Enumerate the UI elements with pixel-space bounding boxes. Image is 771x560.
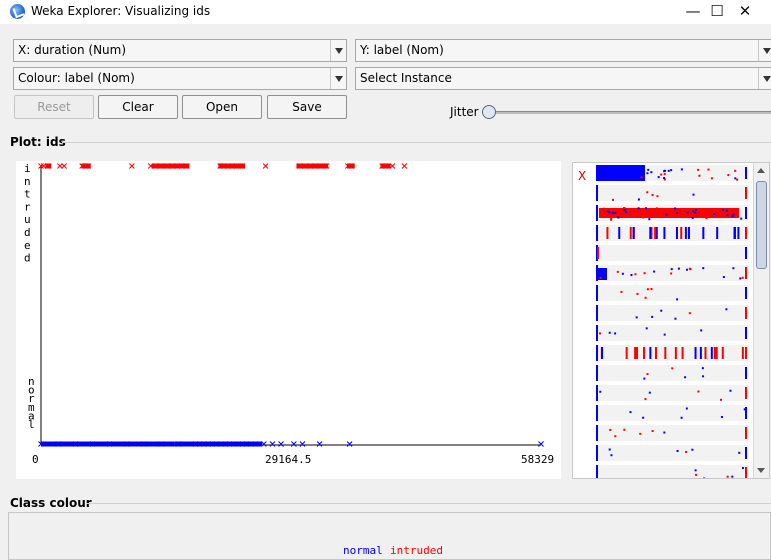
y-axis-select[interactable]: Y: label (Nom) — [355, 39, 771, 62]
attribute-bars-canvas — [596, 165, 748, 478]
attribute-bars-panel[interactable]: X — [572, 162, 770, 479]
x-axis-select-value: X: duration (Num) — [18, 43, 127, 57]
legend-normal[interactable]: normal — [343, 544, 383, 557]
intruded-point — [57, 163, 63, 169]
attribute-strip[interactable] — [596, 265, 748, 281]
scatter-plot-canvas: intruded normal 0 29164.5 58329 — [24, 162, 554, 466]
plot-title: Plot: ids — [10, 135, 66, 149]
y-label-normal-char: l — [28, 418, 35, 431]
class-colour-group-border — [86, 503, 771, 504]
normal-point — [299, 441, 306, 447]
x-tick-min: 0 — [32, 453, 39, 466]
jitter-slider-handle[interactable] — [482, 105, 496, 119]
weka-bird-icon — [10, 4, 25, 19]
attribute-strip[interactable] — [596, 165, 748, 181]
y-label-intruded-char: r — [24, 200, 31, 213]
scroll-down-icon[interactable] — [757, 468, 765, 473]
y-label-intruded-char: d — [24, 226, 31, 239]
title-bar: Weka Explorer: Visualizing ids — ☐ ✕ — [0, 0, 771, 24]
class-colour-title: Class colour — [10, 496, 92, 510]
intruded-point — [401, 163, 408, 169]
attribute-strip[interactable] — [596, 225, 748, 241]
y-label-intruded-char: t — [24, 188, 31, 201]
select-instance-select[interactable]: Select Instance — [355, 67, 771, 90]
y-label-intruded-char: e — [24, 239, 31, 252]
x-axis-select[interactable]: X: duration (Num) — [13, 39, 347, 62]
y-label-intruded-char: n — [24, 175, 31, 188]
chevron-down-icon — [758, 68, 771, 89]
plot-marks — [38, 163, 544, 447]
normal-point — [278, 441, 284, 447]
chevron-down-icon — [758, 40, 771, 61]
attribute-strip[interactable] — [596, 445, 748, 461]
window-title: Weka Explorer: Visualizing ids — [31, 4, 211, 18]
scrollbar-thumb[interactable] — [756, 181, 767, 269]
x-tick-mid: 29164.5 — [265, 453, 311, 466]
y-axis-select-value: Y: label (Nom) — [360, 43, 444, 57]
colour-select-value: Colour: label (Nom) — [18, 71, 135, 85]
select-instance-value: Select Instance — [360, 71, 452, 85]
legend-intruded[interactable]: intruded — [390, 544, 443, 557]
y-label-intruded: intruded — [24, 162, 31, 265]
colour-select[interactable]: Colour: label (Nom) — [13, 67, 347, 90]
attribute-strip[interactable] — [596, 345, 748, 361]
scroll-up-icon[interactable] — [757, 168, 765, 173]
attribute-strip[interactable] — [596, 185, 748, 201]
attribute-strip[interactable] — [596, 385, 748, 401]
intruded-point — [61, 163, 67, 169]
scatter-plot[interactable]: intruded normal 0 29164.5 58329 — [16, 161, 561, 479]
attribute-strip[interactable] — [596, 465, 748, 478]
attribute-strip[interactable] — [596, 405, 748, 421]
attribute-strip[interactable] — [596, 305, 748, 321]
attribute-strip[interactable] — [596, 365, 748, 381]
normal-point — [269, 441, 276, 447]
attribute-strip[interactable] — [596, 425, 748, 441]
y-label-normal: normal — [28, 375, 35, 431]
chevron-down-icon — [330, 68, 346, 89]
attribute-strip[interactable] — [596, 245, 748, 261]
save-button[interactable]: Save — [267, 95, 347, 119]
jitter-slider-track[interactable] — [488, 111, 771, 114]
intruded-point — [129, 163, 135, 169]
close-button[interactable]: ✕ — [722, 0, 768, 24]
jitter-label: Jitter — [450, 105, 479, 119]
normal-point — [538, 441, 544, 447]
attribute-panel-scrollbar[interactable] — [753, 163, 769, 478]
open-button[interactable]: Open — [182, 95, 262, 119]
chevron-down-icon — [330, 40, 346, 61]
reset-button[interactable]: Reset — [14, 95, 94, 119]
attribute-strip[interactable] — [596, 205, 748, 221]
attribute-strip[interactable] — [596, 325, 748, 341]
normal-point — [346, 441, 353, 447]
x-tick-max: 58329 — [521, 453, 554, 466]
intruded-point — [262, 163, 269, 169]
plot-group-border — [62, 142, 771, 143]
y-label-intruded-char: u — [24, 213, 31, 226]
y-label-intruded-char: i — [24, 162, 31, 175]
y-label-intruded-char: d — [24, 252, 31, 265]
normal-point — [291, 441, 297, 447]
clear-button[interactable]: Clear — [98, 95, 178, 119]
normal-point — [316, 441, 323, 447]
attribute-strip[interactable] — [596, 285, 748, 301]
